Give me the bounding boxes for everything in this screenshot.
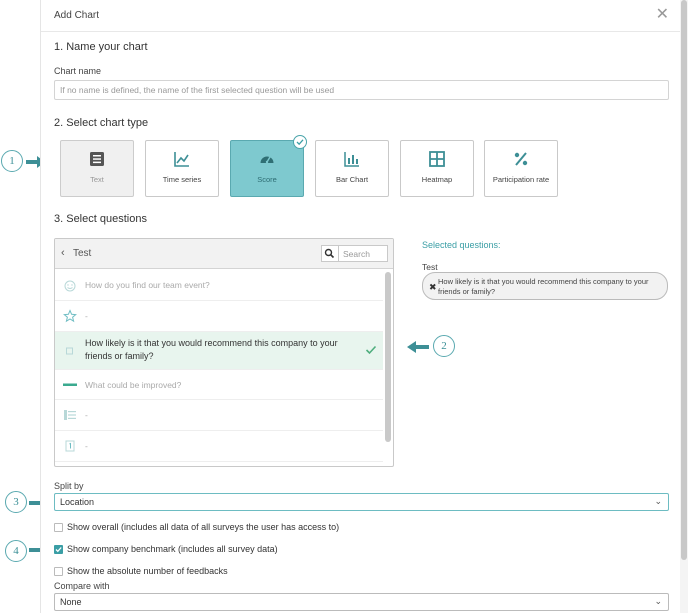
chevron-down-icon: ⌄: [654, 496, 662, 506]
text-bar-icon: [63, 383, 77, 386]
chevron-left-icon[interactable]: ‹: [61, 247, 65, 259]
benchmark-checkbox[interactable]: [54, 545, 63, 554]
step2-heading: 2. Select chart type: [54, 117, 149, 129]
step3-heading: 3. Select questions: [54, 213, 147, 225]
absolute-number-label: Show the absolute number of feedbacks: [67, 566, 228, 576]
chart-type-label: Participation rate: [492, 175, 550, 184]
add-chart-dialog: Add Chart ✕ 1. Name your chart Chart nam…: [40, 0, 681, 613]
benchmark-label: Show company benchmark (includes all sur…: [67, 544, 278, 554]
chart-type-time-series[interactable]: Time series: [145, 140, 219, 197]
check-badge-icon: [293, 135, 307, 149]
chart-type-label: Score: [257, 175, 277, 184]
percent-icon: [514, 152, 528, 166]
split-by-label: Split by: [54, 481, 84, 491]
question-text: -: [85, 311, 88, 321]
chart-type-label: Heatmap: [421, 175, 453, 184]
question-row[interactable]: What could be improved?: [55, 370, 383, 400]
chevron-down-icon: ⌄: [654, 596, 662, 606]
question-row[interactable]: How likely is it that you would recommen…: [55, 332, 383, 370]
selected-question-chip: ✖ How likely is it that you would recomm…: [422, 272, 668, 300]
question-text: How do you find our team event?: [85, 280, 210, 290]
question-picker-header: ‹ Test: [55, 239, 393, 269]
page-scrollbar-thumb[interactable]: [681, 0, 687, 560]
matrix-icon: [64, 410, 76, 420]
selected-question-text: How likely is it that you would recommen…: [438, 277, 649, 296]
breadcrumb[interactable]: Test: [73, 248, 91, 259]
grid-icon: [429, 151, 445, 167]
smiley-icon: [64, 280, 76, 292]
chart-type-label: Bar Chart: [335, 175, 369, 184]
dialog-title: Add Chart: [54, 10, 100, 21]
star-icon: [63, 309, 77, 323]
callout-3: 3: [5, 491, 27, 513]
score-icon: [66, 347, 73, 355]
split-by-value: Location: [60, 497, 95, 507]
chart-type-label: Text: [90, 175, 104, 184]
question-text: -: [85, 410, 88, 420]
chart-type-bar-chart[interactable]: Bar Chart: [315, 140, 389, 197]
question-text: How likely is it that you would recommen…: [85, 338, 338, 361]
callout-4: 4: [5, 540, 27, 562]
arrow-left-icon: [407, 341, 429, 353]
question-row[interactable]: -: [55, 400, 383, 431]
text-list-icon: [90, 152, 104, 166]
question-text: -: [85, 441, 88, 451]
search-input[interactable]: [338, 245, 388, 262]
close-icon[interactable]: ✕: [656, 4, 669, 24]
question-row[interactable]: -: [55, 301, 383, 332]
selected-group-label: Test: [422, 262, 438, 272]
absolute-number-checkbox[interactable]: [54, 567, 63, 576]
show-overall-checkbox[interactable]: [54, 523, 63, 532]
split-by-select[interactable]: Location ⌄: [54, 493, 669, 511]
line-chart-icon: [174, 152, 189, 167]
question-picker: ‹ Test How do you find our team event? -…: [54, 238, 394, 467]
search-icon[interactable]: [321, 245, 338, 262]
remove-icon[interactable]: ✖: [429, 282, 437, 293]
number-icon: [65, 440, 75, 452]
chart-type-text[interactable]: Text: [60, 140, 134, 197]
chart-name-label: Chart name: [54, 66, 102, 76]
page-scrollbar[interactable]: [680, 0, 688, 613]
gauge-icon: [260, 156, 274, 164]
chart-type-participation-rate[interactable]: Participation rate: [484, 140, 558, 197]
question-text: What could be improved?: [85, 380, 182, 390]
step1-heading: 1. Name your chart: [54, 41, 148, 53]
callout-1: 1: [1, 150, 23, 172]
chart-name-input[interactable]: [54, 80, 669, 100]
chart-type-score[interactable]: Score: [230, 135, 307, 197]
chart-type-label: Time series: [162, 175, 202, 184]
bar-chart-icon: [344, 152, 359, 167]
compare-with-select[interactable]: None ⌄: [54, 593, 669, 611]
question-row[interactable]: How do you find our team event?: [55, 270, 383, 301]
callout-2: 2: [433, 335, 455, 357]
question-row[interactable]: -: [55, 431, 383, 462]
checkmark-icon: [365, 345, 377, 355]
question-list-scrollbar[interactable]: [385, 272, 391, 442]
dialog-header: Add Chart ✕: [41, 0, 681, 32]
selected-questions-title: Selected questions:: [422, 240, 501, 250]
compare-with-label: Compare with: [54, 581, 110, 591]
compare-with-value: None: [60, 597, 82, 607]
show-overall-label: Show overall (includes all data of all s…: [67, 522, 340, 532]
chart-type-heatmap[interactable]: Heatmap: [400, 140, 474, 197]
